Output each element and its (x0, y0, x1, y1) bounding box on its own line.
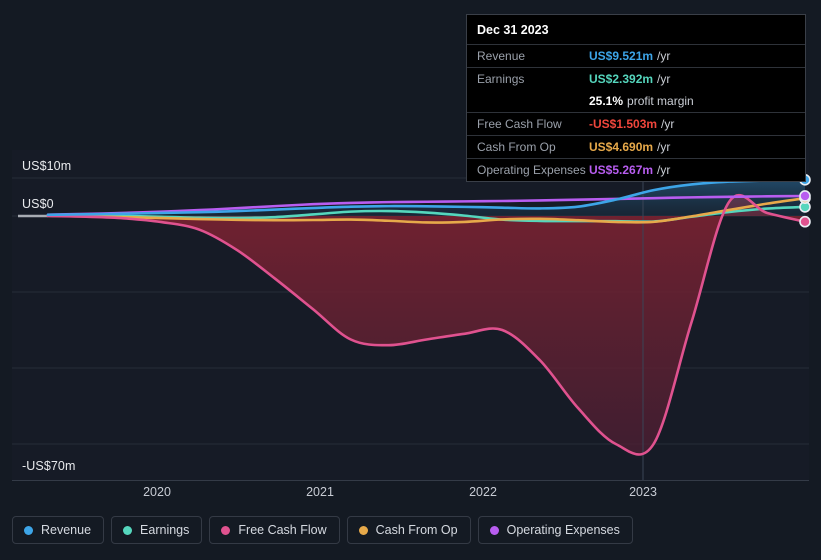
tooltip-unit-free-cash-flow: /yr (661, 117, 675, 131)
tooltip-label-operating-expenses: Operating Expenses (477, 163, 586, 177)
legend-item-earnings[interactable]: Earnings (111, 516, 203, 544)
legend-dot-free-cash-flow-icon (221, 525, 231, 535)
y-axis-label-neg70m: -US$70m (22, 459, 76, 473)
tooltip-value-earnings: US$2.392m (589, 72, 654, 86)
tooltip-row-earnings: Earnings US$2.392m /yr (467, 67, 805, 90)
legend-label-revenue: Revenue (41, 523, 92, 537)
tooltip-row-operating-expenses: Operating Expenses US$5.267m /yr (467, 158, 805, 181)
tooltip-row-revenue: Revenue US$9.521m /yr (467, 44, 805, 67)
tooltip-value-revenue: US$9.521m (589, 49, 654, 63)
tooltip-row-cash-from-op: Cash From Op US$4.690m /yr (467, 135, 805, 158)
data-tooltip: Dec 31 2023 Revenue US$9.521m /yr Earnin… (466, 14, 806, 182)
y-axis-label-10m: US$10m (22, 159, 72, 173)
legend-label-cash-from-op: Cash From Op (375, 523, 458, 537)
x-axis-label-2021: 2021 (306, 485, 334, 499)
tooltip-label-free-cash-flow: Free Cash Flow (477, 117, 562, 131)
legend-item-free-cash-flow[interactable]: Free Cash Flow (209, 516, 340, 544)
chart-legend: Revenue Earnings Free Cash Flow Cash Fro… (12, 516, 633, 544)
legend-label-earnings: Earnings (140, 523, 190, 537)
tooltip-value-free-cash-flow: -US$1.503m (589, 117, 658, 131)
tooltip-unit-cash-from-op: /yr (657, 140, 671, 154)
legend-label-free-cash-flow: Free Cash Flow (238, 523, 327, 537)
financial-chart: US$10m US$0 -US$70m 2020 2021 2022 2023 … (0, 0, 821, 560)
tooltip-unit-operating-expenses: /yr (657, 163, 671, 177)
tooltip-value-operating-expenses: US$5.267m (589, 163, 654, 177)
series-endpoint-markers (799, 174, 811, 228)
tooltip-row-profit-margin: 25.1% profit margin (467, 90, 805, 112)
tooltip-unit-profit-margin: profit margin (627, 94, 694, 108)
tooltip-label-earnings: Earnings (477, 72, 525, 86)
tooltip-unit-earnings: /yr (657, 72, 671, 86)
legend-dot-revenue-icon (24, 525, 33, 535)
tooltip-row-free-cash-flow: Free Cash Flow -US$1.503m /yr (467, 112, 805, 135)
x-axis-label-2023: 2023 (629, 485, 657, 499)
tooltip-unit-revenue: /yr (657, 49, 671, 63)
legend-item-cash-from-op[interactable]: Cash From Op (346, 516, 471, 544)
y-axis-label-0: US$0 (22, 197, 54, 211)
legend-dot-operating-expenses-icon (489, 525, 499, 535)
tooltip-date: Dec 31 2023 (477, 23, 549, 37)
tooltip-value-profit-margin: 25.1% (589, 94, 624, 108)
legend-label-operating-expenses: Operating Expenses (506, 523, 620, 537)
x-axis-label-2020: 2020 (143, 485, 171, 499)
legend-dot-cash-from-op-icon (358, 525, 368, 535)
legend-item-revenue[interactable]: Revenue (12, 516, 105, 544)
legend-dot-earnings-icon (123, 525, 133, 535)
tooltip-value-cash-from-op: US$4.690m (589, 140, 654, 154)
x-axis-label-2022: 2022 (469, 485, 497, 499)
legend-item-operating-expenses[interactable]: Operating Expenses (477, 516, 633, 544)
tooltip-label-cash-from-op: Cash From Op (477, 140, 556, 154)
tooltip-label-revenue: Revenue (477, 49, 526, 63)
